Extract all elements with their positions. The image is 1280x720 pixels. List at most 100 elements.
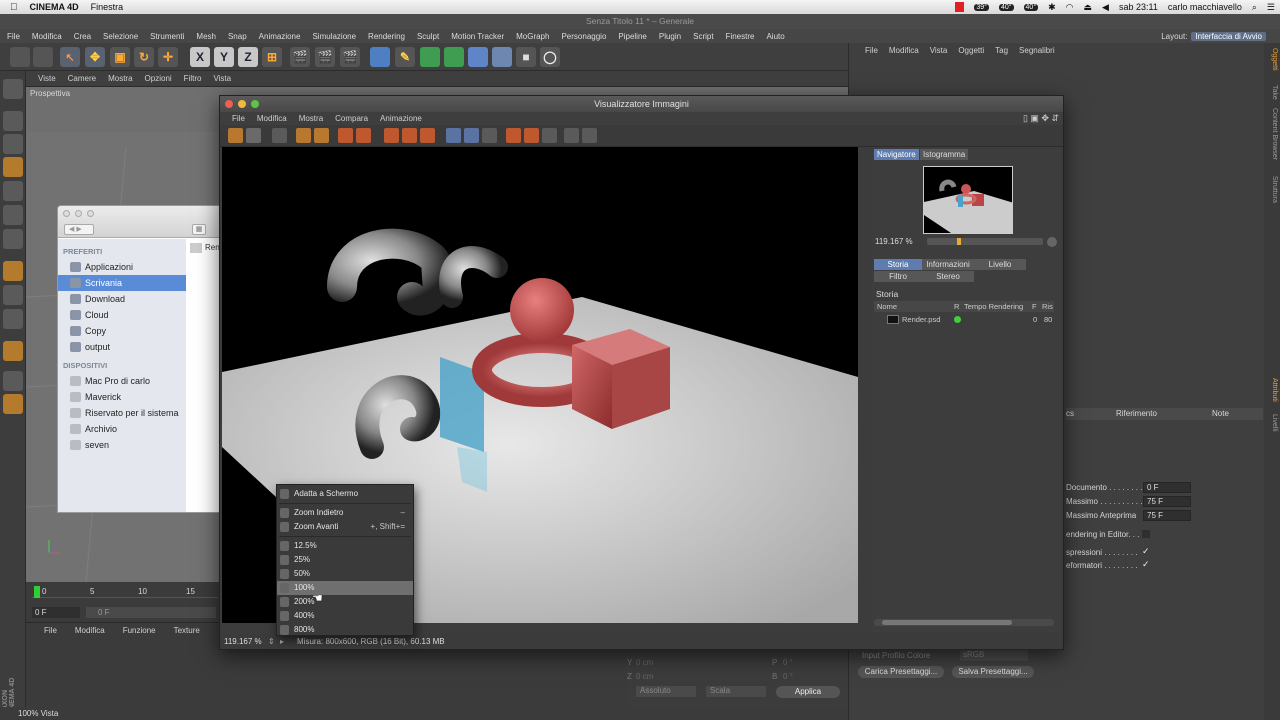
make-editable-icon[interactable]	[3, 79, 23, 99]
camera-icon[interactable]: ■	[516, 47, 536, 67]
zoom-menu-item[interactable]: 50%	[277, 567, 413, 581]
menu-script[interactable]: Script	[693, 32, 713, 41]
assoluto-dropdown[interactable]: Assoluto	[636, 686, 696, 697]
scale-icon[interactable]: ▣	[110, 47, 130, 67]
menu-snap[interactable]: Snap	[228, 32, 247, 41]
finder-item-download[interactable]: Download	[58, 291, 186, 307]
workplane-lock-icon[interactable]	[3, 341, 23, 361]
carica-presettaggi-button[interactable]: Carica Presettaggi...	[858, 666, 944, 678]
edges-mode-icon[interactable]	[3, 205, 23, 225]
tab-filtro[interactable]: Filtro	[874, 271, 922, 282]
tab-content-browser[interactable]: Content Browser	[1266, 108, 1278, 160]
finder-item-output[interactable]: output	[58, 339, 186, 355]
timeline[interactable]: 0 5 10 15 0 F 0 F	[26, 582, 221, 622]
snap-icon[interactable]	[3, 309, 23, 329]
render-region-icon[interactable]	[296, 128, 311, 143]
frame-range-slider[interactable]: 0 F	[86, 607, 216, 618]
tab-take[interactable]: Take	[1266, 85, 1278, 100]
texture-mode-icon[interactable]	[3, 134, 23, 154]
rendering-editor-checkbox[interactable]	[1142, 530, 1150, 538]
storia-row[interactable]: Render.psd 0 80	[874, 313, 1054, 326]
coord-y-field[interactable]: 0 cm	[636, 658, 653, 667]
espressioni-checkbox[interactable]: ✓	[1142, 546, 1150, 557]
menu-finestre[interactable]: Finestre	[726, 32, 755, 41]
tab-livello[interactable]: Livello	[974, 259, 1026, 270]
finder-device-item[interactable]: seven	[58, 437, 186, 453]
record-icon[interactable]	[955, 2, 965, 12]
tab-stereo[interactable]: Stereo	[922, 271, 974, 282]
zoom-menu-item[interactable]: 100%	[277, 581, 413, 595]
eject-icon[interactable]: ⏏	[1084, 2, 1093, 13]
srgb-dropdown[interactable]: sRGB	[960, 650, 1028, 661]
finder-item-applicazioni[interactable]: Applicazioni	[58, 259, 186, 275]
column-item[interactable]: Ren	[205, 243, 220, 252]
viewport-menu-viste[interactable]: Viste	[38, 74, 56, 83]
menu-pipeline[interactable]: Pipeline	[618, 32, 646, 41]
bluetooth-icon[interactable]: ✱	[1048, 2, 1056, 13]
viewer-menu-file[interactable]: File	[232, 114, 245, 123]
axis-x-button[interactable]: X	[190, 47, 210, 67]
swap-icon[interactable]	[420, 128, 435, 143]
compare-a-icon[interactable]	[384, 128, 399, 143]
nav-zoom-field[interactable]: 119.167 %	[875, 236, 924, 247]
material-menu-file[interactable]: File	[44, 626, 57, 635]
redo-icon[interactable]	[33, 47, 53, 67]
object-menu-oggetti[interactable]: Oggetti	[958, 46, 984, 55]
split-vertical-icon[interactable]	[482, 128, 497, 143]
split-icon[interactable]	[446, 128, 461, 143]
compare-b-icon[interactable]	[402, 128, 417, 143]
finder-device-item[interactable]: Maverick	[58, 389, 186, 405]
coord-z-field[interactable]: 0 cm	[636, 672, 653, 681]
grid-view-icon[interactable]	[272, 128, 287, 143]
tab-attributi[interactable]: Attributi	[1266, 378, 1278, 402]
material-menu-funzione[interactable]: Funzione	[123, 626, 156, 635]
solo-icon[interactable]	[3, 394, 23, 414]
storia-scrollbar[interactable]	[874, 619, 1054, 626]
menu-aiuto[interactable]: Aiuto	[766, 32, 784, 41]
salva-presettaggi-button[interactable]: Salva Presettaggi...	[952, 666, 1034, 678]
coord-b-field[interactable]: 0 °	[783, 672, 793, 681]
render-settings-icon[interactable]: 🎬	[340, 47, 360, 67]
timeline-playhead[interactable]	[34, 586, 40, 598]
menu-plugin[interactable]: Plugin	[659, 32, 681, 41]
navigator-thumbnail[interactable]	[923, 166, 1013, 234]
menu-rendering[interactable]: Rendering	[368, 32, 405, 41]
render-view-icon[interactable]: 🎬	[290, 47, 310, 67]
tab-struttura[interactable]: Struttura	[1266, 176, 1278, 203]
viewer-minimize-icon[interactable]	[238, 100, 246, 108]
channel-icon[interactable]	[542, 128, 557, 143]
deformer-icon[interactable]	[468, 47, 488, 67]
polygons-mode-icon[interactable]	[3, 229, 23, 249]
material-menu-modifica[interactable]: Modifica	[75, 626, 105, 635]
zoom-menu-item[interactable]: Zoom Avanti +, Shift+=	[277, 520, 413, 534]
zoom-menu-item[interactable]: Adatta a Schermo	[277, 487, 413, 501]
menu-strumenti[interactable]: Strumenti	[150, 32, 184, 41]
nav-zoom-reset-icon[interactable]	[1047, 237, 1057, 247]
nav-zoom-handle[interactable]	[957, 238, 961, 245]
undo-icon[interactable]	[10, 47, 30, 67]
zoom-menu-item[interactable]: 200%	[277, 595, 413, 609]
storia-scroll-thumb[interactable]	[882, 620, 1012, 625]
viewport-menu-opzioni[interactable]: Opzioni	[145, 74, 172, 83]
finder-back-forward-icon[interactable]: ◀ ▶	[64, 224, 94, 235]
live-select-icon[interactable]: ✛	[158, 47, 178, 67]
zoom-menu-item[interactable]: 12.5%	[277, 539, 413, 553]
viewer-zoom-icon[interactable]	[251, 100, 259, 108]
finder-minimize-icon[interactable]	[75, 210, 82, 217]
render-icon[interactable]	[314, 128, 329, 143]
axis-mode-icon[interactable]	[3, 261, 23, 281]
zoom-menu-item[interactable]: 400%	[277, 609, 413, 623]
zoom-arrows-icon[interactable]: ⇕	[268, 634, 275, 649]
finder-item-copy[interactable]: Copy	[58, 323, 186, 339]
menu-crea[interactable]: Crea	[74, 32, 91, 41]
object-menu-vista[interactable]: Vista	[930, 46, 948, 55]
model-mode-icon[interactable]	[3, 111, 23, 131]
select-icon[interactable]: ↖	[60, 47, 80, 67]
apple-icon[interactable]: 	[10, 2, 18, 13]
menu-selezione[interactable]: Selezione	[103, 32, 138, 41]
stop-render-icon[interactable]	[338, 128, 353, 143]
tab-storia[interactable]: Storia	[874, 259, 922, 270]
menu-modifica[interactable]: Modifica	[32, 32, 62, 41]
attr-anteprima-field[interactable]: 75 F	[1143, 510, 1191, 521]
menu-file[interactable]: File	[7, 32, 20, 41]
